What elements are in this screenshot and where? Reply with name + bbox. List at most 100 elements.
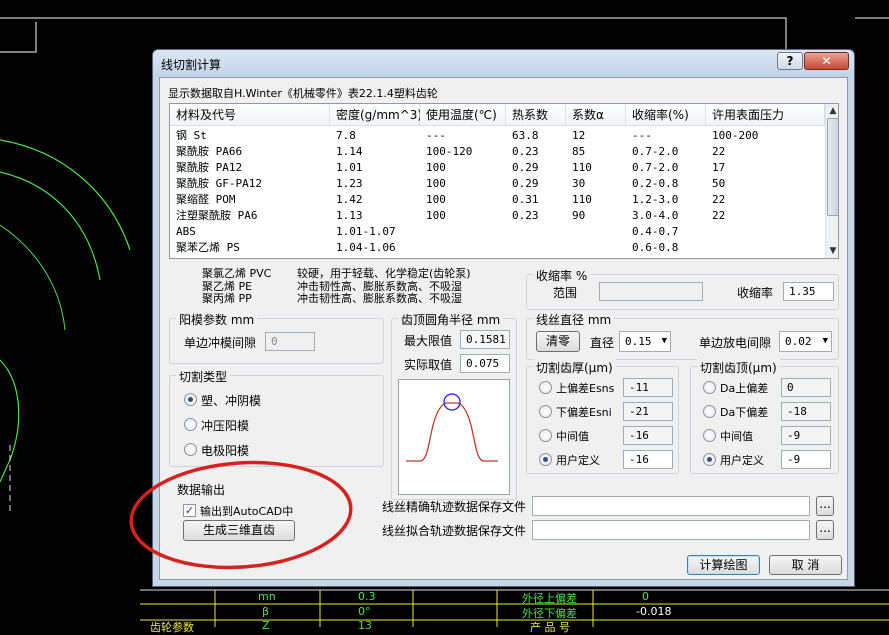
wire-diameter-label: 直径 xyxy=(590,336,615,350)
table-cell: 50 xyxy=(712,177,726,190)
clear-button[interactable]: 清零 xyxy=(536,331,580,352)
close-button[interactable]: ✕ xyxy=(804,52,849,70)
top-radio-2[interactable] xyxy=(703,429,716,442)
table-cell: 30 xyxy=(572,177,586,190)
table-cell: 0.7-2.0 xyxy=(632,161,679,174)
table-cell: 22 xyxy=(712,193,726,206)
table-cell: 7.8 xyxy=(336,129,356,142)
scroll-up-icon[interactable]: ▲ xyxy=(826,104,838,118)
column-header[interactable]: 密度(g/mm^3) xyxy=(330,104,422,126)
fit-path-input[interactable] xyxy=(532,520,810,540)
table-cell: 100-120 xyxy=(426,145,473,158)
top-radio-0[interactable] xyxy=(703,381,716,394)
compute-draw-button[interactable]: 计算绘图 xyxy=(687,555,760,575)
table-cell: 聚酰胺 PA12 xyxy=(176,161,243,174)
cut_type-radio-2[interactable] xyxy=(184,443,197,456)
table-cell: ABS xyxy=(176,225,196,238)
table-cell: 3.0-4.0 xyxy=(632,209,679,222)
tip-radius-title: 齿顶圆角半径 mm xyxy=(398,311,504,328)
table-cell: 0.6-0.8 xyxy=(632,241,679,254)
tip-actual-input[interactable]: 0.075 xyxy=(460,354,510,373)
thickness-radio-2[interactable] xyxy=(539,429,552,442)
table-cell: 聚苯乙烯 PS xyxy=(176,241,240,254)
thickness-radio-3[interactable] xyxy=(539,453,552,466)
table-row[interactable]: 聚缩醛 POM 1.42 100 0.31 110 1.2-3.0 22 xyxy=(170,192,825,208)
table-scrollbar[interactable]: ▲ ▼ xyxy=(825,104,838,258)
thickness-radio-1[interactable] xyxy=(539,405,552,418)
note-material-pp: 聚丙烯 PP xyxy=(202,292,252,305)
thickness-value-field[interactable]: -16 xyxy=(623,450,673,469)
wire-diameter-group: 线丝直径 mm 清零 直径 0.15 ▼ 单边放电间隙 0.02 ▼ xyxy=(526,311,839,360)
thickness-option-label: 用户定义 xyxy=(556,454,600,467)
top-radio-1[interactable] xyxy=(703,405,716,418)
top-value-field[interactable]: -9 xyxy=(781,450,831,469)
column-header[interactable]: 系数α xyxy=(566,104,626,126)
wire-diameter-title: 线丝直径 mm xyxy=(533,311,615,328)
cad-cell-beta: β xyxy=(262,605,270,618)
wire-diameter-select[interactable]: 0.15 ▼ xyxy=(619,331,671,352)
table-cell: 110 xyxy=(572,193,592,206)
thickness-option-label: 中间值 xyxy=(556,430,589,443)
note-desc-pp: 冲击韧性高、膨胀系数高、不吸湿 xyxy=(297,292,462,305)
table-row[interactable]: ABS 1.01-1.07 0.4-0.7 xyxy=(170,224,825,240)
precise-browse-button[interactable]: ... xyxy=(816,496,834,516)
table-row[interactable]: 聚酰胺 PA12 1.01 100 0.29 110 0.7-2.0 17 xyxy=(170,160,825,176)
table-row[interactable]: 钢 St 7.8 --- 63.8 12 --- 100-200 xyxy=(170,128,825,144)
table-row[interactable]: 聚酰胺 GF-PA12 1.23 100 0.29 30 0.2-0.8 50 xyxy=(170,176,825,192)
column-header[interactable]: 使用温度(℃) xyxy=(420,104,506,126)
cancel-button[interactable]: 取 消 xyxy=(769,555,842,575)
table-cell: 0.23 xyxy=(512,145,539,158)
cut_type-radio-1[interactable] xyxy=(184,418,197,431)
help-button[interactable]: ? xyxy=(777,52,803,70)
table-row[interactable]: 聚酰胺 PA66 1.14 100-120 0.23 85 0.7-2.0 22 xyxy=(170,144,825,160)
table-cell: 100-200 xyxy=(712,129,759,142)
scroll-thumb[interactable] xyxy=(827,118,838,216)
table-cell: 63.8 xyxy=(512,129,539,142)
top-option-label: 中间值 xyxy=(720,430,753,443)
dialog-titlebar[interactable]: 线切割计算 ? ✕ xyxy=(153,50,854,77)
cad-cell-mn-value: 0.3 xyxy=(358,590,376,603)
cut-thickness-group: 切割齿厚(μm) 上偏差Esns -11 下偏差Esni -21 中间值 -16 用户定义 -… xyxy=(526,359,679,474)
table-cell: 1.13 xyxy=(336,209,363,222)
table-cell: 90 xyxy=(572,209,586,222)
table-cell: 110 xyxy=(572,161,592,174)
table-cell: 0.29 xyxy=(512,177,539,190)
fit-path-label: 线丝拟合轨迹数据保存文件 xyxy=(382,524,527,538)
precise-path-input[interactable] xyxy=(532,496,810,516)
table-cell: --- xyxy=(632,129,652,142)
thickness-option-label: 上偏差Esns xyxy=(556,382,615,395)
table-row[interactable]: 注塑聚酰胺 PA6 1.13 100 0.23 90 3.0-4.0 22 xyxy=(170,208,825,224)
column-header[interactable]: 收缩率(%) xyxy=(626,104,706,126)
scroll-down-icon[interactable]: ▼ xyxy=(826,244,838,258)
table-cell: 0.2-0.8 xyxy=(632,177,679,190)
fit-browse-button[interactable]: ... xyxy=(816,520,834,540)
top-option-label: Da上偏差 xyxy=(720,382,769,395)
top-option-label: 用户定义 xyxy=(720,454,764,467)
thickness-radio-0[interactable] xyxy=(539,381,552,394)
column-header[interactable]: 热系数 xyxy=(506,104,566,126)
column-header[interactable]: 材料及代号 xyxy=(170,104,330,126)
table-cell: 1.04-1.06 xyxy=(336,241,396,254)
thickness-value-field: -16 xyxy=(623,426,673,445)
table-row[interactable]: 聚苯乙烯 PS 1.04-1.06 0.6-0.8 xyxy=(170,240,825,256)
table-cell: 0.31 xyxy=(512,193,539,206)
shrink-rate-title: 收缩率 % xyxy=(533,267,591,284)
table-cell xyxy=(706,224,825,240)
shrink-range-field xyxy=(599,282,703,301)
material-table[interactable]: 材料及代号 密度(g/mm^3) 使用温度(℃) 热系数 系数α 收缩率(%) 许用表面压力… xyxy=(169,103,839,259)
chevron-down-icon: ▼ xyxy=(822,336,828,346)
shrink-rate-input[interactable]: 1.35 xyxy=(783,282,834,301)
table-cell xyxy=(506,224,566,240)
table-cell: 100 xyxy=(426,193,446,206)
table-cell: 22 xyxy=(712,209,726,222)
table-cell: 聚酰胺 GF-PA12 xyxy=(176,177,262,190)
mold-gap-input[interactable]: 0 xyxy=(265,332,315,351)
column-header[interactable]: 许用表面压力 xyxy=(706,104,825,126)
table-cell: 1.14 xyxy=(336,145,363,158)
cut_type-radio-0[interactable] xyxy=(184,393,197,406)
cut-type-group: 切割类型 塑、冲阴模 冲压阳模 电极阳模 xyxy=(169,368,384,467)
table-cell: 0.29 xyxy=(512,161,539,174)
table-cell xyxy=(506,240,566,256)
top-radio-3[interactable] xyxy=(703,453,716,466)
wire-gap-select[interactable]: 0.02 ▼ xyxy=(779,331,832,352)
